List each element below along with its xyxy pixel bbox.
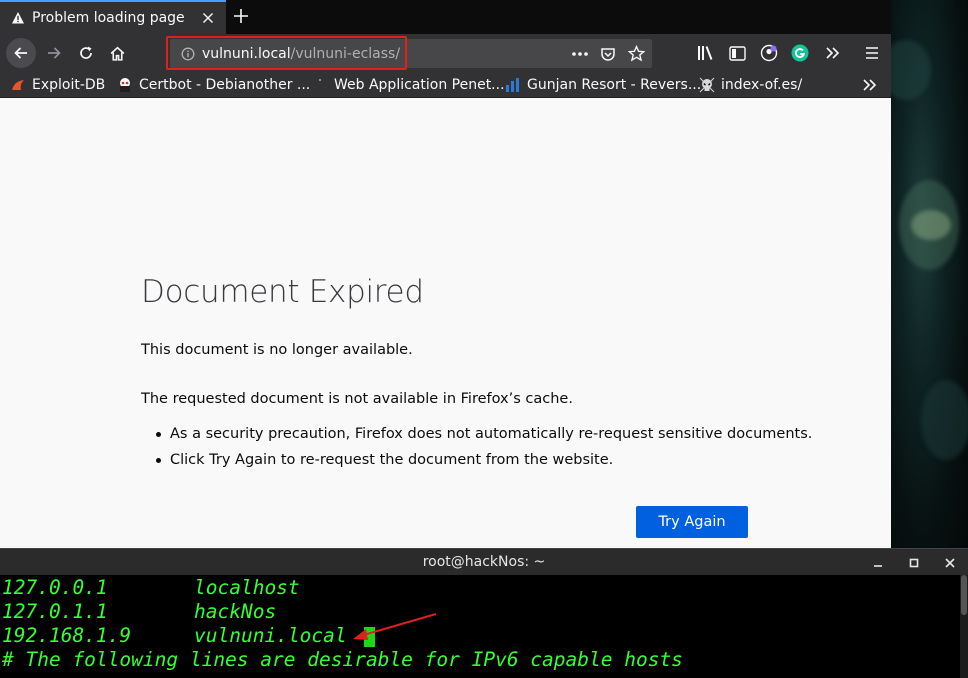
url-host: vulnuni.local [202, 45, 291, 62]
info-icon[interactable] [174, 47, 202, 61]
tab-bar: Problem loading page [0, 0, 891, 34]
tab-title: Problem loading page [32, 10, 185, 26]
error-short-description: This document is no longer available. [141, 342, 413, 358]
bookmark-exploit-db[interactable]: Exploit-DB [10, 76, 105, 94]
page-actions-icon[interactable] [570, 44, 590, 64]
hosts-name: localhost [194, 576, 300, 599]
bookmark-web-application[interactable]: Web Application Penet... [312, 76, 505, 94]
forward-button[interactable] [40, 39, 68, 67]
reload-button[interactable] [72, 39, 100, 67]
bookmark-label: Gunjan Resort - Revers... [527, 77, 702, 93]
bookmark-certbot[interactable]: Certbot - Debianother ... [117, 76, 310, 94]
browser-window: Problem loading page vulnuni.local/vulnu… [0, 0, 891, 548]
minimize-icon[interactable] [860, 549, 896, 576]
desktop-wallpaper [891, 0, 968, 548]
bookmark-label: Exploit-DB [32, 77, 106, 93]
bookmark-label: index-of.es/ [721, 77, 803, 93]
url-bar[interactable]: vulnuni.local/vulnuni-eclass/ [170, 39, 652, 68]
bookmark-index-of[interactable]: index-of.es/ [699, 76, 802, 94]
list-item: As a security precaution, Firefox does n… [156, 424, 812, 450]
navigation-toolbar: vulnuni.local/vulnuni-eclass/ [0, 34, 891, 72]
chart-icon [505, 77, 521, 93]
hosts-name: hackNos [194, 600, 277, 623]
exploit-db-icon [10, 77, 26, 93]
hosts-ip: 127.0.1.1 [2, 600, 108, 623]
bookmarks-toolbar: Exploit-DB Certbot - Debianother ... Web… [0, 72, 891, 98]
try-again-button[interactable]: Try Again [636, 506, 748, 538]
new-tab-icon[interactable] [230, 5, 252, 27]
close-window-icon[interactable] [932, 549, 968, 576]
sidebar-icon[interactable] [727, 43, 747, 63]
terminal-title: root@hackNos: ~ [422, 554, 546, 570]
hamburger-menu-icon[interactable] [862, 43, 882, 63]
hosts-line: 127.0.0.1 localhost [2, 576, 962, 600]
url-text[interactable]: vulnuni.local/vulnuni-eclass/ [202, 46, 400, 62]
hosts-comment: # The following lines are desirable for … [2, 648, 683, 671]
page-icon [312, 77, 328, 93]
bookmark-label: Web Application Penet... [334, 77, 505, 93]
list-item: Click Try Again to re-request the docume… [156, 450, 812, 476]
url-path: /vulnuni-eclass/ [290, 45, 401, 62]
maximize-icon[interactable] [896, 549, 932, 576]
error-page: Document Expired This document is no lon… [0, 98, 891, 548]
hosts-line: 127.0.1.1 hackNos [2, 600, 962, 624]
terminal-window: root@hackNos: ~ 127.0.0.1 localhost 127.0… [0, 548, 968, 678]
account-icon[interactable] [759, 43, 779, 63]
warning-icon [10, 10, 26, 26]
error-long-description: The requested document is not available … [141, 391, 573, 407]
overflow-chevron-icon[interactable] [823, 43, 843, 63]
terminal-titlebar: root@hackNos: ~ [0, 548, 968, 575]
terminal-cursor [364, 627, 375, 647]
terminal-scrollbar[interactable] [960, 575, 968, 678]
back-button[interactable] [6, 38, 36, 68]
hosts-name: vulnuni.local [194, 624, 347, 647]
error-bullet-list: As a security precaution, Firefox does n… [156, 424, 812, 476]
close-tab-icon[interactable] [198, 8, 218, 28]
skull-icon [699, 77, 715, 93]
hosts-line: 192.168.1.9 vulnuni.local [2, 624, 962, 648]
bookmark-star-icon[interactable] [626, 44, 646, 64]
tab-problem-loading[interactable]: Problem loading page [0, 0, 226, 34]
library-icon[interactable] [696, 43, 716, 63]
bookmarks-overflow-icon[interactable] [862, 76, 878, 94]
certbot-icon [117, 77, 133, 93]
home-button[interactable] [103, 39, 131, 67]
bookmark-label: Certbot - Debianother ... [139, 77, 311, 93]
bookmark-gunjan-resort[interactable]: Gunjan Resort - Revers... [505, 76, 701, 94]
error-title: Document Expired [141, 274, 424, 310]
pocket-icon[interactable] [598, 44, 618, 64]
hosts-ip: 127.0.0.1 [2, 576, 108, 599]
hosts-ip: 192.168.1.9 [2, 624, 132, 647]
grammarly-icon[interactable] [790, 43, 810, 63]
terminal-output[interactable]: 127.0.0.1 localhost 127.0.1.1 hackNos 192.… [2, 576, 962, 678]
